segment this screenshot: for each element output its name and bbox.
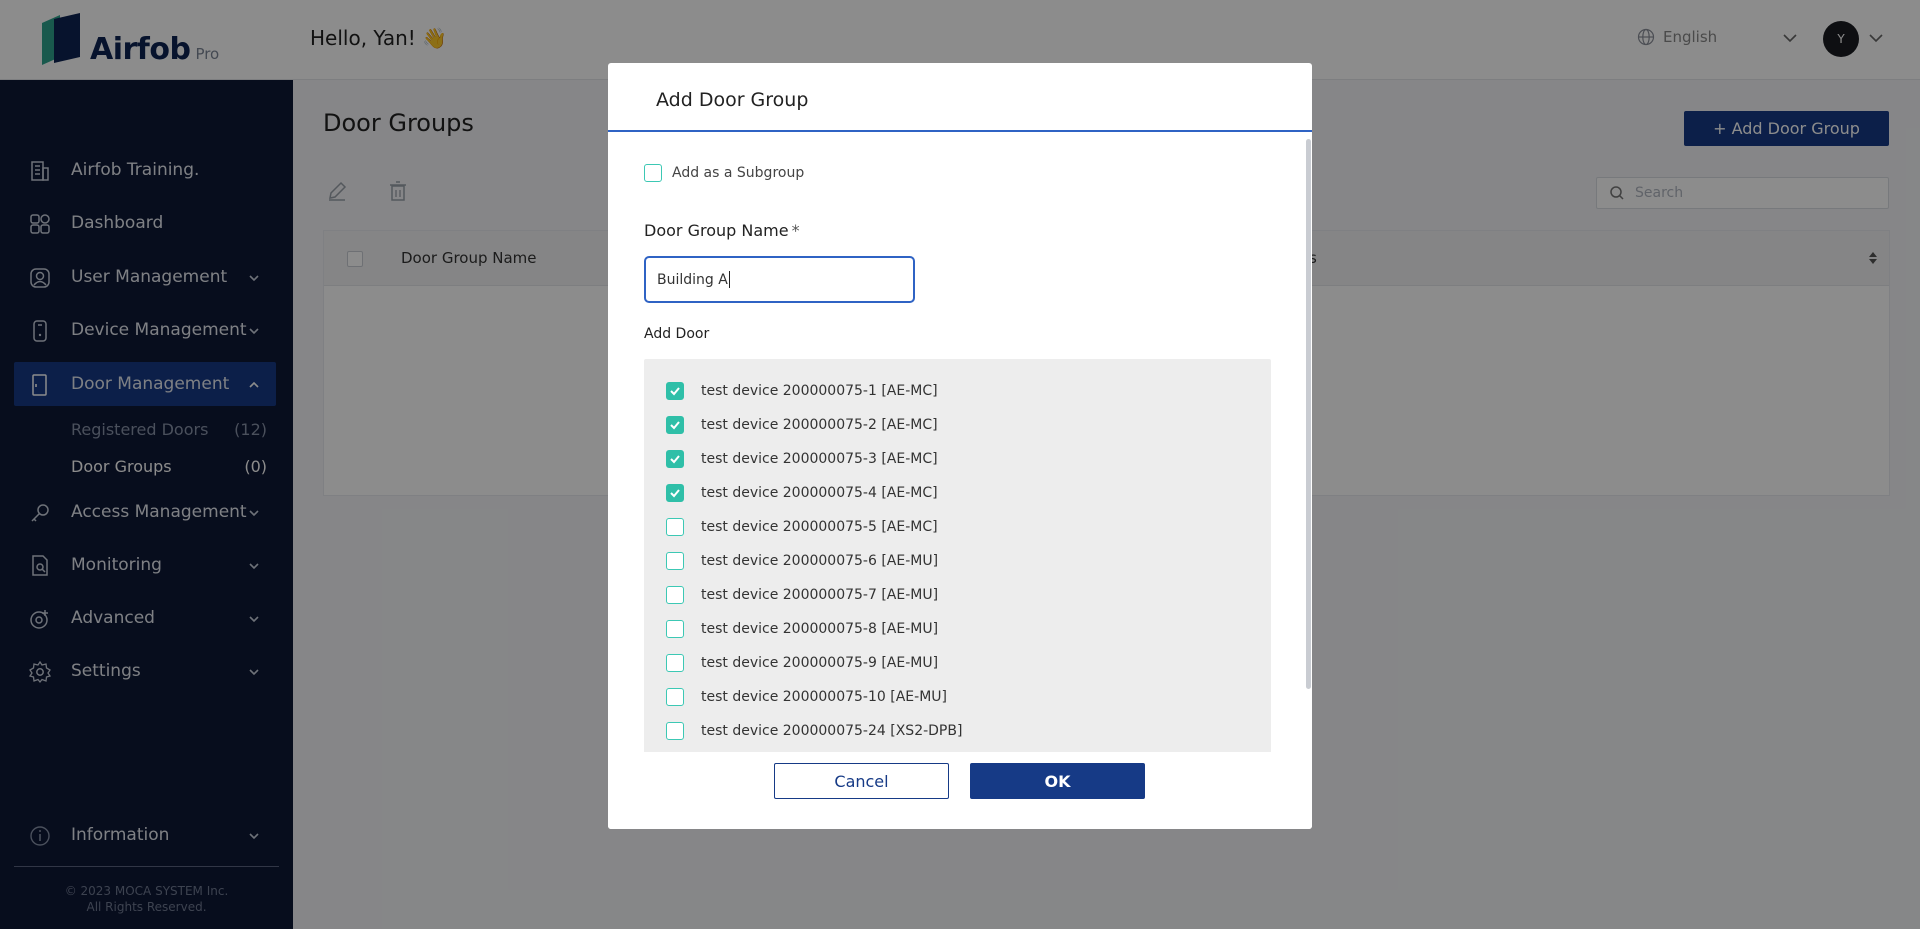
door-checkbox[interactable]: [666, 518, 684, 536]
door-list-item[interactable]: test device 200000075-8 [AE-MU]: [666, 619, 938, 639]
door-checkbox-checked[interactable]: [666, 416, 684, 434]
ok-button[interactable]: OK: [970, 763, 1145, 799]
door-group-name-label: Door Group Name *: [644, 221, 800, 240]
door-label: test device 200000075-3 [AE-MC]: [701, 451, 938, 467]
door-list-item[interactable]: test device 200000075-7 [AE-MU]: [666, 585, 938, 605]
door-checkbox[interactable]: [666, 586, 684, 604]
door-checkbox-checked[interactable]: [666, 382, 684, 400]
door-label: test device 200000075-1 [AE-MC]: [701, 383, 938, 399]
check-icon: [670, 421, 680, 430]
door-checkbox[interactable]: [666, 654, 684, 672]
door-list-item[interactable]: test device 200000075-2 [AE-MC]: [666, 415, 938, 435]
subgroup-checkbox[interactable]: [644, 164, 662, 182]
door-checkbox[interactable]: [666, 552, 684, 570]
add-door-group-dialog: Add Door Group Add as a Subgroup Door Gr…: [608, 63, 1312, 829]
door-group-name-input[interactable]: Building A: [644, 256, 915, 303]
door-label: test device 200000075-24 [XS2-DPB]: [701, 723, 963, 739]
door-label: test device 200000075-10 [AE-MU]: [701, 689, 947, 705]
door-checkbox[interactable]: [666, 688, 684, 706]
add-as-subgroup-option[interactable]: Add as a Subgroup: [644, 164, 804, 182]
door-checkbox[interactable]: [666, 620, 684, 638]
text-caret: [728, 271, 730, 288]
add-door-label: Add Door: [644, 326, 710, 342]
door-checkbox[interactable]: [666, 722, 684, 740]
door-label: test device 200000075-9 [AE-MU]: [701, 655, 939, 671]
cancel-button[interactable]: Cancel: [774, 763, 949, 799]
door-list-item[interactable]: test device 200000075-24 [XS2-DPB]: [666, 721, 962, 741]
door-label: test device 200000075-6 [AE-MU]: [701, 553, 939, 569]
door-list-item[interactable]: test device 200000075-4 [AE-MC]: [666, 483, 938, 503]
door-label: test device 200000075-7 [AE-MU]: [701, 587, 939, 603]
door-list-item[interactable]: test device 200000075-1 [AE-MC]: [666, 381, 938, 401]
door-list-item[interactable]: test device 200000075-5 [AE-MC]: [666, 517, 938, 537]
field-label-text: Door Group Name: [644, 221, 789, 240]
door-label: test device 200000075-4 [AE-MC]: [701, 485, 938, 501]
door-checkbox-checked[interactable]: [666, 450, 684, 468]
door-label: test device 200000075-5 [AE-MC]: [701, 519, 938, 535]
door-list-item[interactable]: test device 200000075-9 [AE-MU]: [666, 653, 938, 673]
check-icon: [670, 489, 680, 498]
door-label: test device 200000075-2 [AE-MC]: [701, 417, 938, 433]
door-checkbox-checked[interactable]: [666, 484, 684, 502]
dialog-scrollbar[interactable]: [1306, 139, 1311, 689]
required-mark: *: [791, 221, 800, 240]
subgroup-label: Add as a Subgroup: [672, 165, 805, 181]
door-list-item[interactable]: test device 200000075-3 [AE-MC]: [666, 449, 938, 469]
check-icon: [670, 387, 680, 396]
door-label: test device 200000075-8 [AE-MU]: [701, 621, 939, 637]
input-value: Building A: [657, 271, 728, 288]
check-icon: [670, 455, 680, 464]
door-list-item[interactable]: test device 200000075-6 [AE-MU]: [666, 551, 938, 571]
dialog-title: Add Door Group: [656, 89, 809, 111]
door-list[interactable]: test device 200000075-1 [AE-MC] test devi…: [644, 359, 1271, 759]
dialog-footer: Cancel OK: [608, 752, 1312, 829]
dialog-header: Add Door Group: [608, 63, 1312, 132]
door-list-item[interactable]: test device 200000075-10 [AE-MU]: [666, 687, 947, 707]
